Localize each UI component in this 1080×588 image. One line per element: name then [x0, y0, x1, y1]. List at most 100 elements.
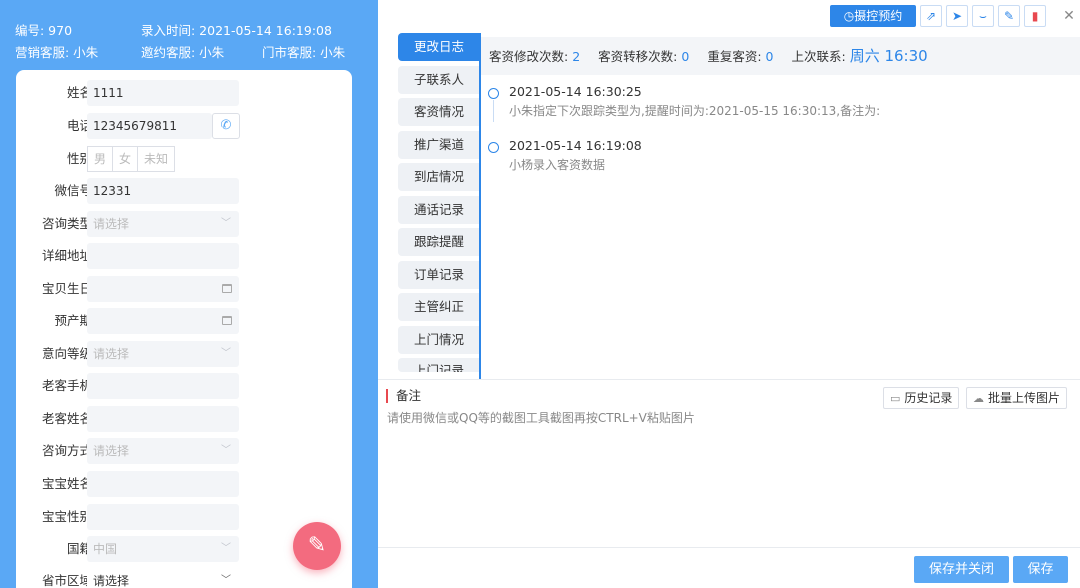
notes-input[interactable]: 请使用微信或QQ等的截图工具截图再按CTRL+V粘贴图片	[387, 409, 695, 426]
consult-type-select[interactable]: 请选择 ﹀	[87, 211, 239, 237]
tab-supervisor-correction[interactable]: 主管纠正	[398, 293, 480, 321]
row-address: 详细地址	[16, 243, 352, 269]
send-icon: ➤	[951, 9, 963, 23]
chevron-down-icon: ﹀	[221, 218, 231, 229]
phone-icon: ✆	[220, 118, 232, 133]
footer-divider	[378, 547, 1080, 548]
handshake-icon: ⌣	[979, 9, 987, 23]
timeline-dot	[488, 142, 499, 153]
tab-tracking-reminder[interactable]: 跟踪提醒	[398, 228, 480, 256]
store-service: 门市客服: 小朱	[262, 45, 346, 60]
tabs-divider	[479, 33, 481, 379]
transfer-count-value: 0	[681, 49, 690, 64]
gender-male[interactable]: 男	[87, 146, 114, 172]
intent-level-label: 意向等级	[41, 346, 92, 361]
baby-name-field[interactable]	[87, 471, 239, 497]
name-field[interactable]: 1111	[87, 80, 239, 106]
baby-gender-label: 宝宝性别	[41, 509, 92, 524]
tab-store-visit[interactable]: 到店情况	[398, 163, 480, 191]
close-icon: ✕	[1063, 8, 1075, 24]
tab-order-records[interactable]: 订单记录	[398, 260, 480, 289]
edit-icon: ✎	[1003, 9, 1015, 23]
inviter-service: 邀约客服: 小朱	[141, 45, 225, 60]
baby-birthday-picker[interactable]	[87, 276, 239, 302]
call-phone-button[interactable]: ✆	[212, 113, 240, 139]
edit-button[interactable]: ✎	[998, 5, 1020, 27]
address-label: 详细地址	[41, 248, 92, 263]
entry-time: 录入时间: 2021-05-14 16:19:08	[141, 23, 332, 38]
history-label: 历史记录	[904, 391, 953, 405]
customer-form: 姓名 1111 电话 12345679811 ✆ 性别 男 女 未知 微信号 1…	[16, 70, 352, 588]
external-link-button[interactable]: ⇗	[920, 5, 942, 27]
trash-icon: ▮	[1031, 9, 1039, 23]
handshake-button[interactable]: ⌣	[972, 5, 994, 27]
cloud-upload-icon: ☁	[973, 392, 984, 405]
tab-sub-contacts[interactable]: 子联系人	[398, 65, 480, 94]
tab-change-log[interactable]: 更改日志	[398, 33, 480, 61]
send-button[interactable]: ➤	[946, 5, 968, 27]
delete-button[interactable]: ▮	[1024, 5, 1046, 27]
chevron-down-icon: ﹀	[221, 445, 231, 456]
row-due-date: 预产期	[16, 308, 352, 334]
gender-selector: 男 女 未知	[87, 146, 176, 172]
tab-home-visit-records[interactable]: 上门记录	[398, 358, 480, 372]
old-phone-label: 老客手机	[41, 378, 92, 393]
consult-type-placeholder: 请选择	[93, 217, 130, 231]
old-name-field[interactable]	[87, 406, 239, 432]
save-close-button[interactable]: 保存并关闭	[914, 556, 1009, 583]
consult-method-placeholder: 请选择	[93, 444, 130, 458]
region-select[interactable]: 请选择 ﹀	[87, 568, 239, 588]
appointment-label: 摄控预约	[854, 9, 903, 23]
marketing-service: 营销客服: 小朱	[15, 45, 99, 60]
appointment-button[interactable]: ◷摄控预约	[830, 5, 916, 27]
nationality-select[interactable]: 中国 ﹀	[87, 536, 239, 562]
row-phone: 电话 12345679811 ✆	[16, 113, 352, 139]
chevron-down-icon: ﹀	[221, 543, 231, 554]
row-intent-level: 意向等级 请选择 ﹀	[16, 341, 352, 367]
old-phone-field[interactable]	[87, 373, 239, 399]
notes-title: 备注	[386, 389, 421, 403]
last-contact-label: 上次联系:	[791, 49, 846, 64]
tab-call-records[interactable]: 通话记录	[398, 195, 480, 224]
row-region: 省市区域 请选择 ﹀	[16, 568, 352, 588]
duplicate-value: 0	[765, 49, 774, 64]
tab-home-visit-status[interactable]: 上门情况	[398, 325, 480, 354]
history-button[interactable]: ▭ 历史记录	[883, 387, 960, 409]
tab-promo-channel[interactable]: 推广渠道	[398, 130, 480, 159]
address-field[interactable]	[87, 243, 239, 269]
consult-method-select[interactable]: 请选择 ﹀	[87, 438, 239, 464]
gender-unknown[interactable]: 未知	[137, 146, 176, 172]
row-baby-birthday: 宝贝生日	[16, 276, 352, 302]
gender-female[interactable]: 女	[112, 146, 139, 172]
old-name-label: 老客姓名	[41, 411, 92, 426]
tab-customer-status[interactable]: 客资情况	[398, 98, 480, 126]
calendar-icon: ▭	[890, 392, 901, 405]
intent-level-select[interactable]: 请选择 ﹀	[87, 341, 239, 367]
calendar-icon	[222, 284, 232, 293]
external-link-icon: ⇗	[925, 9, 937, 23]
close-button[interactable]: ✕	[1058, 5, 1080, 27]
phone-field[interactable]: 12345679811	[87, 113, 212, 139]
region-label: 省市区域	[41, 573, 92, 588]
row-wechat: 微信号 12331	[16, 178, 352, 204]
log-time: 2021-05-14 16:30:25	[509, 84, 642, 99]
customer-info-panel: 编号: 970 录入时间: 2021-05-14 16:19:08 营销客服: …	[0, 0, 378, 588]
transfer-count-label: 客资转移次数:	[598, 49, 678, 64]
vertical-tabs: 更改日志 子联系人 客资情况 推广渠道 到店情况 通话记录 跟踪提醒 订单记录 …	[398, 33, 480, 377]
region-value: 请选择	[93, 574, 130, 588]
edit-fab-button[interactable]: ✎	[293, 522, 341, 570]
baby-gender-field[interactable]	[87, 504, 239, 530]
wechat-field[interactable]: 12331	[87, 178, 239, 204]
due-date-picker[interactable]	[87, 308, 239, 334]
clock-icon: ◷	[843, 9, 855, 23]
log-text: 小杨录入客资数据	[509, 158, 606, 172]
chevron-down-icon: ﹀	[221, 348, 231, 359]
log-time: 2021-05-14 16:19:08	[509, 138, 642, 153]
customer-id: 编号: 970	[15, 23, 73, 38]
save-button[interactable]: 保存	[1013, 556, 1068, 583]
consult-method-label: 咨询方式	[41, 443, 92, 458]
modify-count-label: 客资修改次数:	[489, 49, 569, 64]
row-old-phone: 老客手机	[16, 373, 352, 399]
batch-upload-button[interactable]: ☁ 批量上传图片	[966, 387, 1068, 409]
calendar-icon	[222, 316, 232, 325]
